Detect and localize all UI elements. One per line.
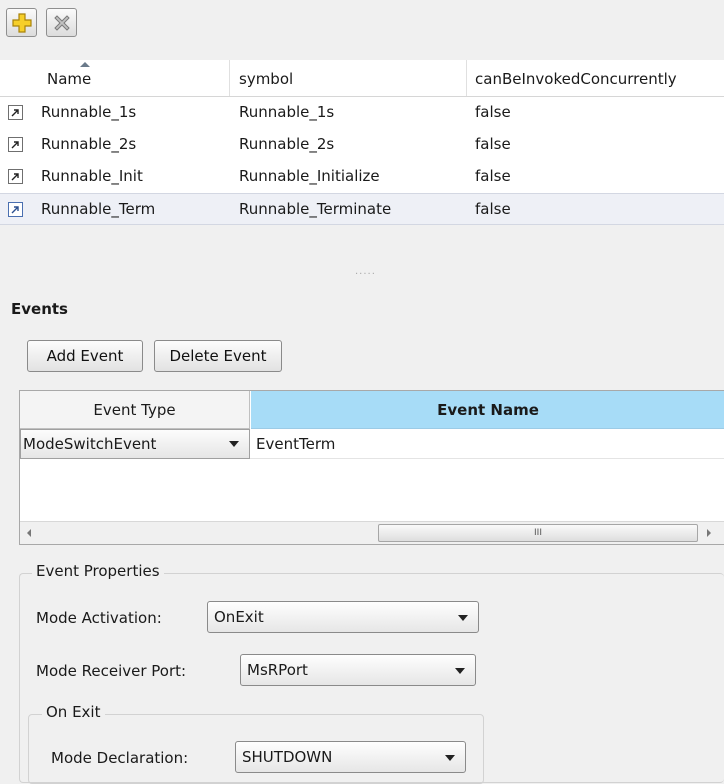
runnable-icon	[8, 169, 23, 184]
table-row[interactable]: ModeSwitchEvent EventTerm	[20, 429, 724, 459]
delete-runnable-button[interactable]	[46, 8, 77, 37]
runnable-symbol: Runnable_Initialize	[239, 167, 380, 185]
add-plus-icon	[12, 13, 32, 33]
table-row[interactable]: Runnable_1s Runnable_1s false	[0, 97, 724, 129]
runnable-symbol: Runnable_1s	[239, 103, 335, 121]
runnable-name: Runnable_2s	[41, 135, 137, 153]
mode-receiver-port-label: Mode Receiver Port:	[36, 662, 187, 680]
mode-activation-label: Mode Activation:	[36, 609, 162, 627]
scroll-left-icon[interactable]	[27, 529, 31, 537]
column-header-event-name[interactable]: Event Name	[251, 391, 724, 429]
mode-receiver-port-value: MsRPort	[247, 661, 308, 679]
chevron-down-icon	[229, 441, 239, 447]
mode-receiver-port-select[interactable]: MsRPort	[240, 654, 476, 686]
event-properties-legend: Event Properties	[32, 562, 164, 580]
runnables-table-header: Name symbol canBeInvokedConcurrently	[0, 60, 724, 97]
runnable-name: Runnable_Term	[41, 200, 156, 218]
on-exit-legend: On Exit	[42, 703, 105, 721]
sort-ascending-icon	[80, 62, 90, 67]
runnable-icon	[8, 105, 23, 120]
toolbar	[6, 8, 77, 38]
add-runnable-button[interactable]	[6, 8, 37, 37]
table-row[interactable]: Runnable_2s Runnable_2s false	[0, 129, 724, 161]
chevron-down-icon	[455, 668, 465, 674]
chevron-down-icon	[445, 755, 455, 761]
events-title: Events	[11, 300, 68, 318]
runnable-icon	[8, 202, 23, 217]
column-separator[interactable]	[466, 60, 467, 96]
runnable-name: Runnable_Init	[41, 167, 143, 185]
table-row-selected[interactable]: Runnable_Term Runnable_Terminate false	[0, 193, 724, 225]
runnable-concurrent: false	[475, 167, 511, 185]
runnable-symbol: Runnable_Terminate	[239, 200, 392, 218]
runnables-table: Name symbol canBeInvokedConcurrently Run…	[0, 60, 724, 225]
runnable-concurrent: false	[475, 135, 511, 153]
mode-activation-value: OnExit	[214, 608, 264, 626]
chevron-down-icon	[458, 615, 468, 621]
mode-declaration-value: SHUTDOWN	[242, 748, 333, 766]
column-separator[interactable]	[229, 60, 230, 96]
splitter-handle[interactable]: .....	[355, 267, 376, 277]
runnable-name: Runnable_1s	[41, 103, 137, 121]
column-header-event-type[interactable]: Event Type	[20, 391, 250, 429]
column-header-symbol[interactable]: symbol	[239, 70, 293, 88]
runnable-icon	[8, 137, 23, 152]
runnable-concurrent: false	[475, 200, 511, 218]
event-type-value: ModeSwitchEvent	[23, 435, 157, 453]
runnable-symbol: Runnable_2s	[239, 135, 335, 153]
event-type-dropdown[interactable]: ModeSwitchEvent	[20, 429, 250, 459]
mode-declaration-select[interactable]: SHUTDOWN	[235, 741, 466, 773]
column-header-name[interactable]: Name	[47, 70, 91, 88]
add-event-button[interactable]: Add Event	[27, 340, 143, 372]
delete-x-icon	[54, 15, 70, 31]
scrollbar-thumb[interactable]: III	[378, 524, 698, 542]
event-name-cell[interactable]: EventTerm	[256, 429, 335, 459]
events-grid: Event Type Event Name ModeSwitchEvent Ev…	[19, 390, 724, 545]
delete-event-button[interactable]: Delete Event	[154, 340, 282, 372]
scroll-right-icon[interactable]	[707, 529, 711, 537]
table-row[interactable]: Runnable_Init Runnable_Initialize false	[0, 161, 724, 193]
runnable-concurrent: false	[475, 103, 511, 121]
mode-declaration-label: Mode Declaration:	[51, 749, 189, 767]
column-header-concurrent[interactable]: canBeInvokedConcurrently	[475, 70, 677, 88]
horizontal-scrollbar[interactable]: III	[20, 521, 724, 544]
mode-activation-select[interactable]: OnExit	[207, 601, 479, 633]
